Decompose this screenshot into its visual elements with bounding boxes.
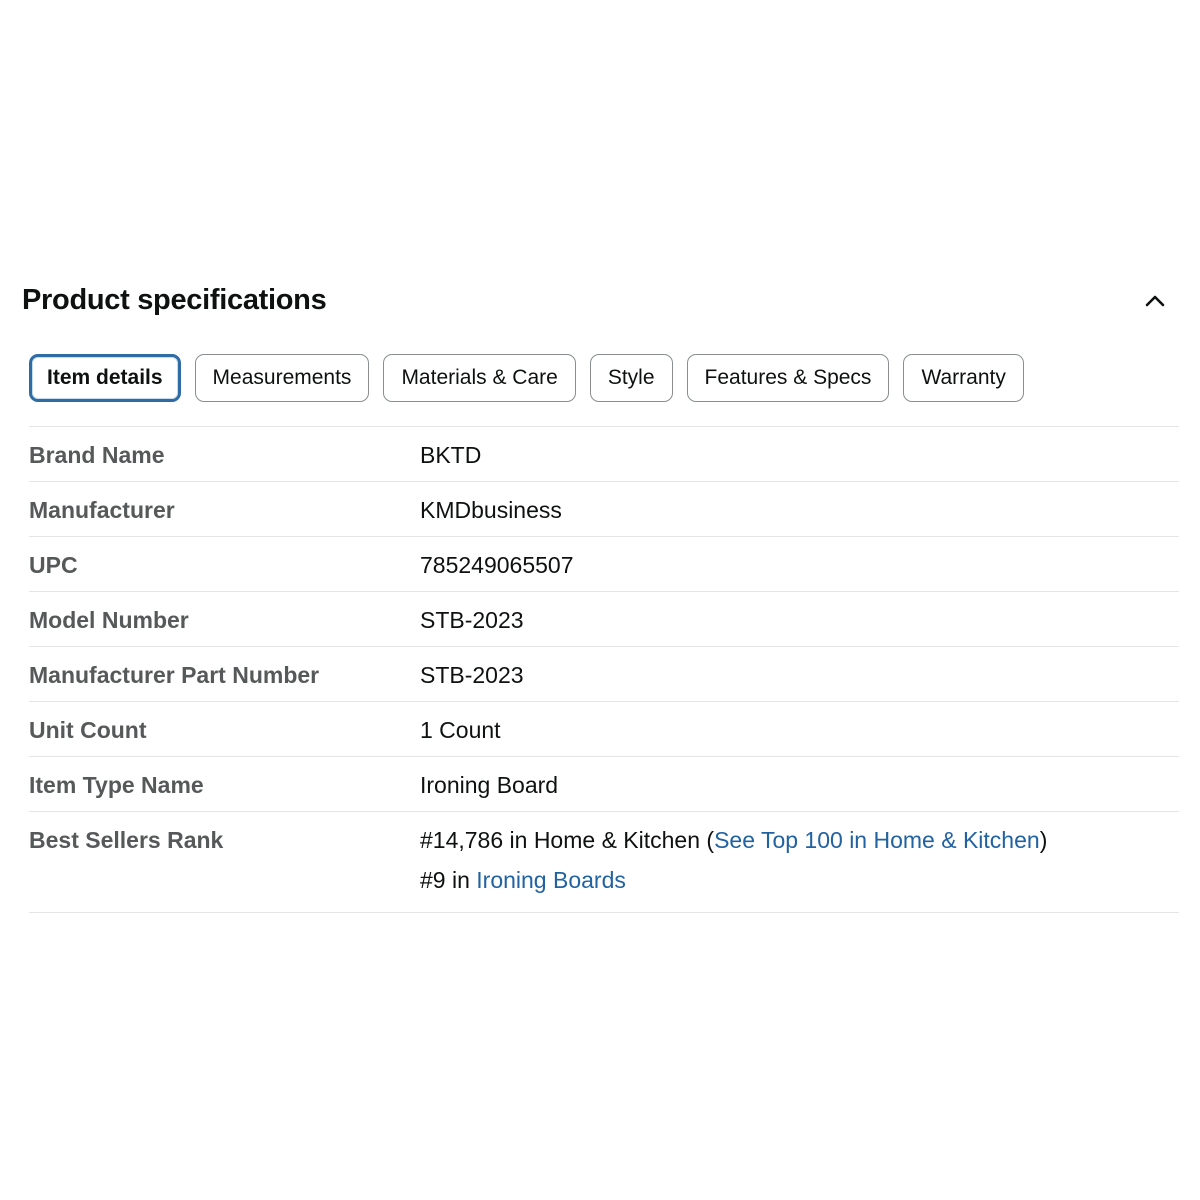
spec-row-best-sellers-rank: Best Sellers Rank #14,786 in Home & Kitc… bbox=[29, 812, 1179, 913]
spec-label: Item Type Name bbox=[29, 772, 204, 798]
rank-text-suffix: ) bbox=[1039, 827, 1048, 853]
tab-style[interactable]: Style bbox=[589, 354, 673, 402]
spec-label: Model Number bbox=[29, 607, 189, 633]
spec-label: Best Sellers Rank bbox=[29, 827, 224, 853]
spec-tabs: Item details Measurements Materials & Ca… bbox=[29, 354, 1024, 402]
spec-value: STB-2023 bbox=[420, 607, 524, 633]
rank-line-home-kitchen: #14,786 in Home & Kitchen (See Top 100 i… bbox=[420, 820, 1179, 860]
tab-item-details[interactable]: Item details bbox=[29, 354, 181, 402]
section-title: Product specifications bbox=[22, 284, 327, 316]
spec-row-model-number: Model Number STB-2023 bbox=[29, 592, 1179, 647]
tab-features-specs[interactable]: Features & Specs bbox=[686, 354, 890, 402]
spec-row-manufacturer: Manufacturer KMDbusiness bbox=[29, 482, 1179, 537]
section-header: Product specifications bbox=[22, 284, 1172, 324]
ironing-boards-link[interactable]: Ironing Boards bbox=[476, 867, 626, 893]
spec-value: KMDbusiness bbox=[420, 497, 562, 523]
spec-row-unit-count: Unit Count 1 Count bbox=[29, 702, 1179, 757]
rank-text: #14,786 in Home & Kitchen ( bbox=[420, 827, 715, 853]
rank-line-ironing-boards: #9 in Ironing Boards bbox=[420, 860, 1179, 900]
spec-row-manufacturer-part-number: Manufacturer Part Number STB-2023 bbox=[29, 647, 1179, 702]
tab-warranty[interactable]: Warranty bbox=[903, 354, 1024, 402]
see-top-100-link[interactable]: See Top 100 in Home & Kitchen bbox=[714, 827, 1040, 853]
spec-row-upc: UPC 785249065507 bbox=[29, 537, 1179, 592]
tab-measurements[interactable]: Measurements bbox=[194, 354, 370, 402]
spec-label: Brand Name bbox=[29, 442, 165, 468]
collapse-button[interactable] bbox=[1138, 284, 1172, 318]
spec-row-brand-name: Brand Name BKTD bbox=[29, 427, 1179, 482]
spec-label: Manufacturer bbox=[29, 497, 175, 523]
spec-value: BKTD bbox=[420, 442, 482, 468]
spec-value: 785249065507 bbox=[420, 552, 574, 578]
spec-row-item-type-name: Item Type Name Ironing Board bbox=[29, 757, 1179, 812]
spec-label: Unit Count bbox=[29, 717, 147, 743]
rank-text: #9 in bbox=[420, 867, 477, 893]
best-sellers-rank-value: #14,786 in Home & Kitchen (See Top 100 i… bbox=[420, 812, 1179, 900]
tab-materials-care[interactable]: Materials & Care bbox=[383, 354, 576, 402]
spec-value: Ironing Board bbox=[420, 772, 559, 798]
spec-value: 1 Count bbox=[420, 717, 501, 743]
spec-value: STB-2023 bbox=[420, 662, 524, 688]
spec-table: Brand Name BKTD Manufacturer KMDbusiness… bbox=[29, 426, 1179, 913]
spec-label: UPC bbox=[29, 552, 78, 578]
spec-label: Manufacturer Part Number bbox=[29, 662, 320, 688]
chevron-up-icon bbox=[1145, 295, 1165, 307]
